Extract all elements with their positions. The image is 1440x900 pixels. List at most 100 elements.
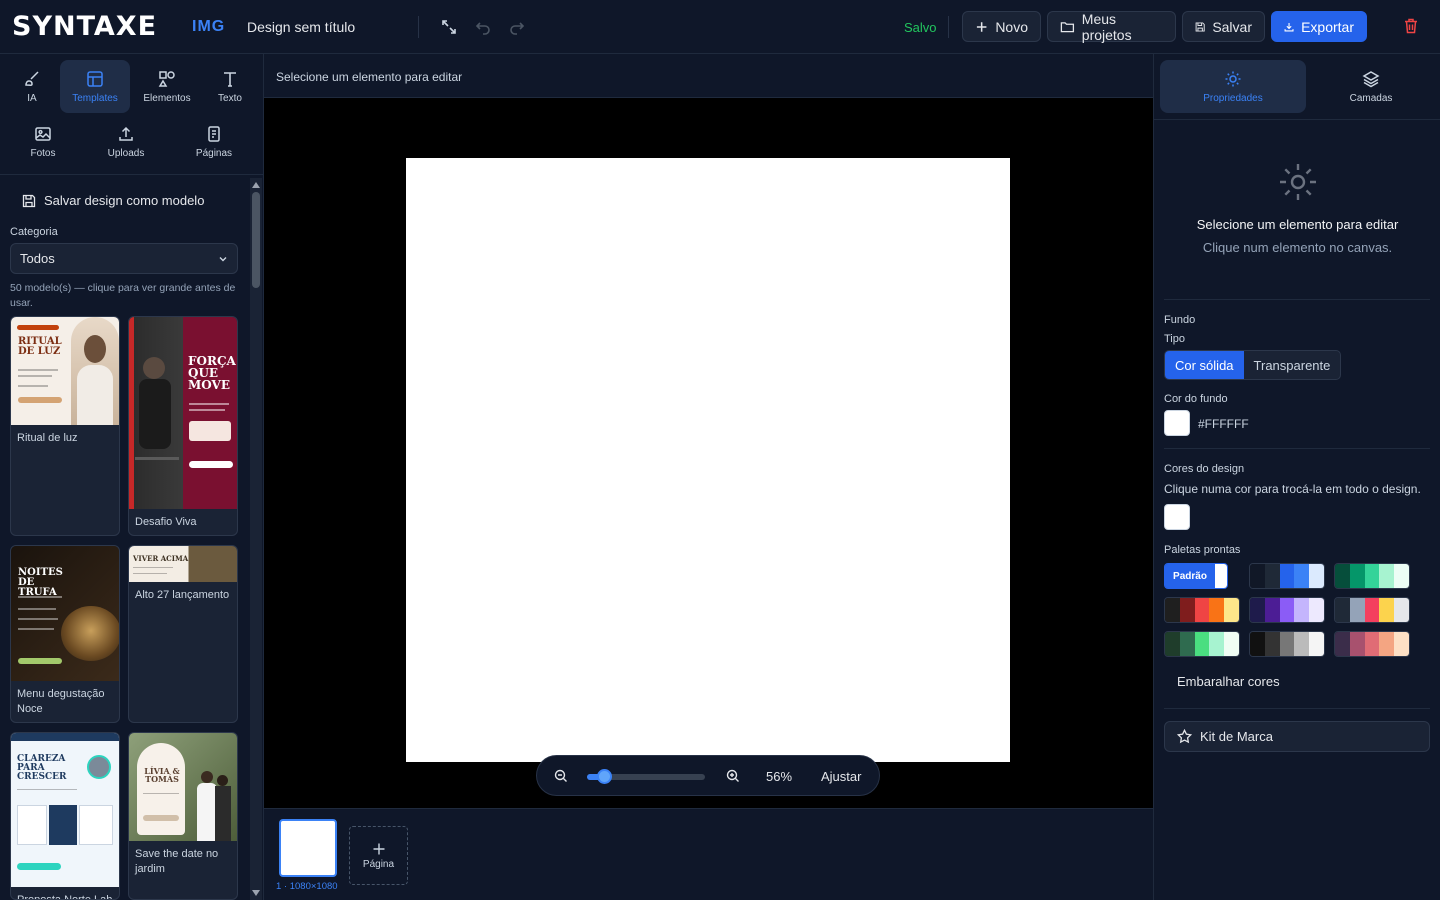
template-thumbnail: RITUAL DE LUZ <box>11 317 119 425</box>
background-type-toggle: Cor sólida Transparente <box>1164 350 1342 380</box>
tool-label: IA <box>27 92 37 104</box>
tool-label: Texto <box>218 92 242 104</box>
option-transparent[interactable]: Transparente <box>1244 351 1341 379</box>
template-thumb-title: LÍVIA & TOMÁS <box>144 766 180 784</box>
design-canvas[interactable] <box>406 158 1010 762</box>
tool-templates[interactable]: Templates <box>60 60 130 113</box>
template-thumbnail: FORÇA QUE MOVE <box>129 317 237 509</box>
template-thumb-title: FORÇA QUE MOVE <box>188 354 236 392</box>
template-card-norte-lab[interactable]: CLAREZA PARA CRESCER Proposta Norte Lab <box>10 732 120 900</box>
save-status: Salvo <box>904 20 937 35</box>
sun-icon <box>1225 71 1241 86</box>
export-button-label: Exportar <box>1301 18 1354 35</box>
shapes-icon <box>158 70 175 87</box>
add-page-label: Página <box>362 858 395 870</box>
save-button[interactable]: Salvar <box>1182 11 1265 42</box>
template-count: 50 modelo(s) — clique para ver grande an… <box>10 282 236 309</box>
pages-icon <box>208 125 220 142</box>
bg-color-swatch[interactable] <box>1164 410 1190 436</box>
layers-icon <box>1362 70 1380 87</box>
divider <box>948 16 949 38</box>
palettes-label: Paletas prontas <box>1164 544 1241 556</box>
zoom-out-icon[interactable] <box>554 769 568 786</box>
category-label: Categoria <box>10 226 58 238</box>
palette-option[interactable] <box>1249 597 1325 623</box>
template-thumb-title: RITUAL DE LUZ <box>18 336 62 357</box>
template-card-desafio[interactable]: FORÇA QUE MOVE Desafio Viva <box>128 316 238 536</box>
chevron-down-icon <box>219 256 227 261</box>
floppy-icon <box>22 194 36 207</box>
template-thumb-title: CLAREZA PARA CRESCER <box>17 754 67 782</box>
tool-ai[interactable]: IA <box>0 60 64 113</box>
option-solid-color[interactable]: Cor sólida <box>1165 351 1244 379</box>
palette-option[interactable] <box>1249 631 1325 657</box>
tool-pages[interactable]: Páginas <box>179 115 249 168</box>
template-thumbnail: VIVER ACIMA <box>129 546 237 582</box>
zoom-level: 56% <box>766 769 793 784</box>
brand-kit-label: Kit de Marca <box>1200 729 1273 744</box>
tool-uploads[interactable]: Uploads <box>91 115 161 168</box>
tool-text[interactable]: Texto <box>196 60 264 113</box>
tab-layers[interactable]: Camadas <box>1298 60 1440 113</box>
template-card-noce[interactable]: NOITES DE TRUFA Menu degustação Noce <box>10 545 120 723</box>
plus-icon <box>373 843 384 854</box>
palette-option[interactable] <box>1334 631 1410 657</box>
trash-icon[interactable] <box>1402 17 1420 38</box>
scroll-down-arrow[interactable] <box>252 890 260 896</box>
tool-elements[interactable]: Elementos <box>132 60 202 113</box>
palette-option[interactable] <box>1164 597 1240 623</box>
divider <box>1164 299 1430 300</box>
template-thumbnail: CLAREZA PARA CRESCER <box>11 733 119 887</box>
template-list-scrollbar[interactable] <box>250 178 262 900</box>
divider <box>1164 448 1430 449</box>
my-projects-button[interactable]: Meus projetos <box>1047 10 1176 43</box>
template-thumb-title: NOITES DE TRUFA <box>18 567 63 598</box>
zoom-slider-handle[interactable] <box>596 769 612 784</box>
divider <box>0 174 263 175</box>
sun-icon <box>1277 161 1319 206</box>
palette-option[interactable] <box>1249 563 1325 589</box>
design-colors-label: Cores do design <box>1164 463 1245 475</box>
tool-label: Templates <box>72 92 118 104</box>
bg-color-hex[interactable]: #FFFFFF <box>1198 417 1249 431</box>
page-thumbnail[interactable] <box>279 819 337 877</box>
design-colors-hint: Clique numa cor para trocá-la em todo o … <box>1164 482 1421 496</box>
brand-kit-button[interactable]: Kit de Marca <box>1164 721 1430 752</box>
palette-default-label: Padrão <box>1165 564 1215 588</box>
fullscreen-icon[interactable] <box>438 16 460 38</box>
tool-label: Páginas <box>195 147 233 159</box>
new-button[interactable]: Novo <box>962 11 1041 42</box>
palette-option[interactable] <box>1164 631 1240 657</box>
tool-photos[interactable]: Fotos <box>8 115 78 168</box>
star-icon <box>1177 729 1192 744</box>
top-bar: SYNTAXE IMG Design sem título Salvo Novo… <box>0 0 1440 54</box>
add-page-button[interactable]: Página <box>349 826 408 885</box>
redo-icon[interactable] <box>506 16 528 38</box>
template-card-ritual[interactable]: RITUAL DE LUZ Ritual de luz <box>10 316 120 536</box>
category-select[interactable]: Todos <box>10 243 238 274</box>
scrollbar-thumb[interactable] <box>252 192 260 288</box>
tab-properties[interactable]: Propriedades <box>1160 60 1306 113</box>
scroll-up-arrow[interactable] <box>252 182 260 188</box>
palette-option[interactable] <box>1334 597 1410 623</box>
template-card-alto27[interactable]: VIVER ACIMA Alto 27 lançamento <box>128 545 238 723</box>
divider <box>1164 708 1430 709</box>
my-projects-label: Meus projetos <box>1081 10 1132 43</box>
tab-label: Propriedades <box>1203 92 1263 104</box>
shuffle-colors-button[interactable]: Embaralhar cores <box>1177 674 1280 689</box>
template-thumbnail: NOITES DE TRUFA <box>11 546 119 681</box>
design-color-swatch[interactable] <box>1164 504 1190 530</box>
export-button[interactable]: Exportar <box>1271 11 1367 42</box>
document-title[interactable]: Design sem título <box>247 19 355 35</box>
zoom-in-icon[interactable] <box>726 769 740 786</box>
palette-default[interactable]: Padrão <box>1164 563 1228 589</box>
template-card-save-the-date[interactable]: LÍVIA & TOMÁS Save the date no jardim <box>128 732 238 900</box>
palette-option[interactable] <box>1334 563 1410 589</box>
fit-button[interactable]: Ajustar <box>821 769 861 784</box>
divider <box>1154 119 1440 120</box>
undo-icon[interactable] <box>472 16 494 38</box>
save-as-template-button[interactable]: Salvar design como modelo <box>22 193 204 208</box>
floppy-icon <box>1195 21 1205 32</box>
save-as-template-label: Salvar design como modelo <box>44 193 205 208</box>
tool-label: Fotos <box>30 147 56 159</box>
